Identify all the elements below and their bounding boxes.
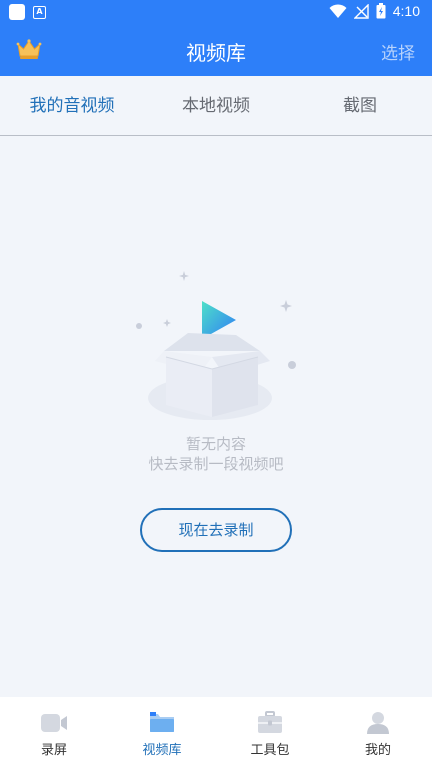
nav-item-profile[interactable]: 我的 xyxy=(324,697,432,768)
bottom-nav: 录屏 视频库 工具包 我的 xyxy=(0,697,432,768)
battery-icon xyxy=(376,3,386,19)
video-camera-icon xyxy=(41,714,67,732)
empty-box-illustration xyxy=(136,271,296,420)
select-button[interactable]: 选择 xyxy=(381,39,415,64)
app-bar: 视频库 选择 xyxy=(0,24,432,76)
nav-item-record[interactable]: 录屏 xyxy=(0,697,108,768)
tab-screenshots[interactable]: 截图 xyxy=(288,76,432,135)
status-bar: A 4:10 xyxy=(0,0,432,24)
page-title: 视频库 xyxy=(186,41,246,65)
empty-state-subtitle: 快去录制一段视频吧 xyxy=(148,455,284,473)
wifi-icon xyxy=(329,3,347,18)
clock: 4:10 xyxy=(392,3,420,19)
nav-label-library: 视频库 xyxy=(142,743,182,758)
empty-state-title: 暂无内容 xyxy=(185,435,246,453)
folder-icon xyxy=(150,712,174,732)
signal-icon xyxy=(353,3,369,19)
notification-a-icon: A xyxy=(33,5,46,19)
person-icon xyxy=(367,712,389,734)
tab-my-media[interactable]: 我的音视频 xyxy=(0,76,144,135)
nav-label-toolbox: 工具包 xyxy=(250,743,290,758)
record-now-button[interactable]: 现在去录制 xyxy=(140,508,292,552)
nav-item-toolbox[interactable]: 工具包 xyxy=(216,697,324,768)
nav-item-library[interactable]: 视频库 xyxy=(108,697,216,768)
nav-label-record: 录屏 xyxy=(40,743,67,758)
tab-bar: 我的音视频 本地视频 截图 xyxy=(0,76,432,136)
nav-label-profile: 我的 xyxy=(364,743,391,758)
tab-local-video[interactable]: 本地视频 xyxy=(144,76,288,135)
toolbox-icon xyxy=(258,711,282,733)
notification-app-icon xyxy=(9,4,25,20)
